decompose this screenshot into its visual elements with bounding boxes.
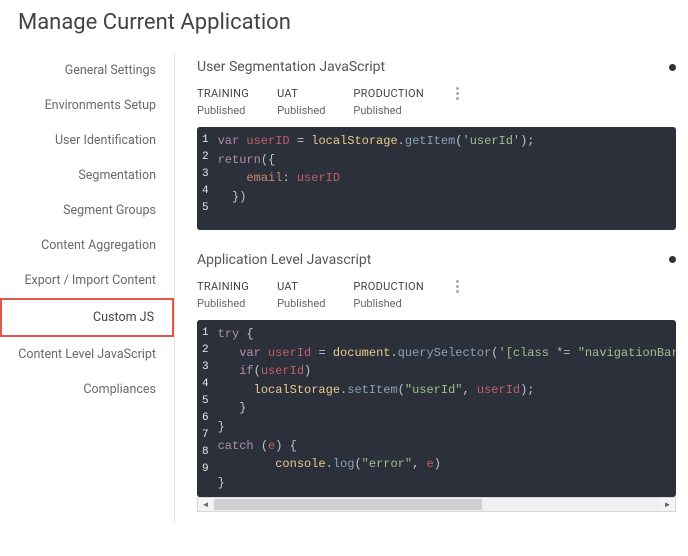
env-tab-training[interactable]: TRAININGPublished bbox=[197, 87, 249, 117]
env-tab-uat[interactable]: UATPublished bbox=[277, 87, 325, 117]
env-tab-training[interactable]: TRAININGPublished bbox=[197, 280, 249, 310]
section-title: User Segmentation JavaScript bbox=[197, 59, 385, 75]
sidebar: General SettingsEnvironments SetupUser I… bbox=[0, 53, 175, 524]
sidebar-item-environments-setup[interactable]: Environments Setup bbox=[0, 88, 174, 123]
scroll-left-icon[interactable]: ◄ bbox=[198, 498, 213, 511]
sidebar-item-segment-groups[interactable]: Segment Groups bbox=[0, 193, 174, 228]
code-body[interactable]: try { var userId = document.querySelecto… bbox=[216, 320, 676, 497]
sidebar-item-user-identification[interactable]: User Identification bbox=[0, 123, 174, 158]
scroll-thumb[interactable] bbox=[214, 499, 482, 510]
env-tab-production[interactable]: PRODUCTIONPublished bbox=[353, 87, 424, 117]
sidebar-item-compliances[interactable]: Compliances bbox=[0, 372, 174, 407]
main-content: User Segmentation JavaScript TRAININGPubl… bbox=[175, 53, 688, 524]
line-gutter: 12345 bbox=[197, 127, 216, 230]
sidebar-item-custom-js[interactable]: Custom JS bbox=[0, 298, 174, 337]
page-title: Manage Current Application bbox=[0, 0, 688, 53]
info-icon[interactable] bbox=[669, 256, 676, 263]
sidebar-item-general-settings[interactable]: General Settings bbox=[0, 53, 174, 88]
env-tab-production[interactable]: PRODUCTIONPublished bbox=[353, 280, 424, 310]
sidebar-item-export-import-content[interactable]: Export / Import Content bbox=[0, 263, 174, 298]
code-editor[interactable]: 123456789try { var userId = document.que… bbox=[197, 320, 676, 497]
sidebar-item-content-aggregation[interactable]: Content Aggregation bbox=[0, 228, 174, 263]
info-icon[interactable] bbox=[669, 64, 676, 71]
horizontal-scrollbar[interactable]: ◄► bbox=[197, 497, 676, 512]
env-tab-uat[interactable]: UATPublished bbox=[277, 280, 325, 310]
section-title: Application Level Javascript bbox=[197, 252, 371, 268]
more-menu-icon[interactable] bbox=[456, 87, 459, 100]
code-body[interactable]: var userID = localStorage.getItem('userI… bbox=[216, 127, 676, 230]
scroll-right-icon[interactable]: ► bbox=[660, 498, 675, 511]
sidebar-item-segmentation[interactable]: Segmentation bbox=[0, 158, 174, 193]
more-menu-icon[interactable] bbox=[456, 280, 459, 293]
sidebar-item-content-level-javascript[interactable]: Content Level JavaScript bbox=[0, 337, 174, 372]
line-gutter: 123456789 bbox=[197, 320, 216, 497]
code-editor[interactable]: 12345var userID = localStorage.getItem('… bbox=[197, 127, 676, 230]
